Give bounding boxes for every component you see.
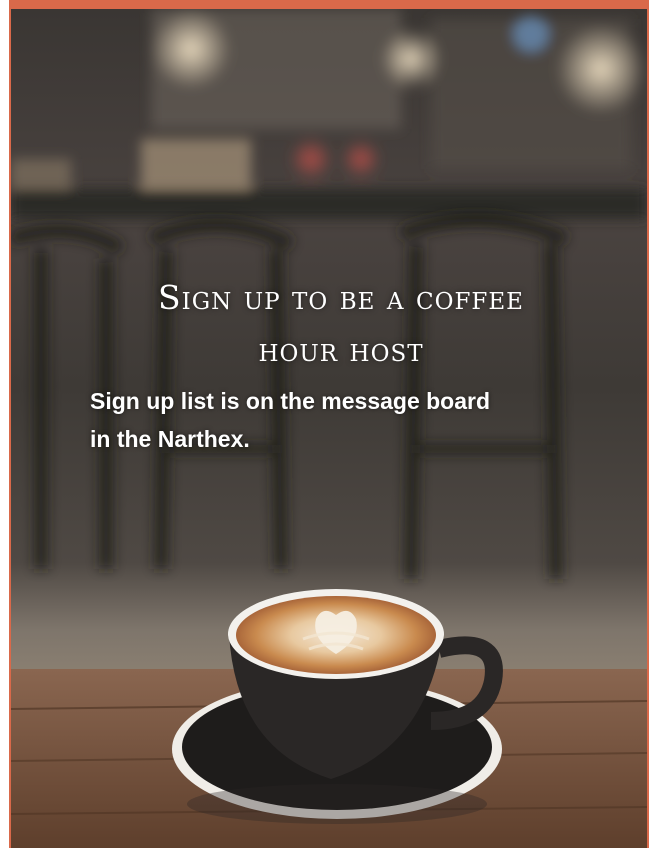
right-border	[647, 0, 654, 848]
flyer-title-line2: hour host	[258, 330, 424, 369]
top-border	[0, 0, 654, 9]
flyer-title-line1: Sign up to be a coffee	[158, 278, 524, 317]
left-border	[0, 0, 11, 848]
flyer-page: Sign up to be a coffee hour host Sign up…	[0, 0, 654, 848]
flyer-subtitle: Sign up list is on the message board in …	[90, 388, 491, 452]
flyer-title: Sign up to be a coffee hour host	[11, 272, 647, 376]
